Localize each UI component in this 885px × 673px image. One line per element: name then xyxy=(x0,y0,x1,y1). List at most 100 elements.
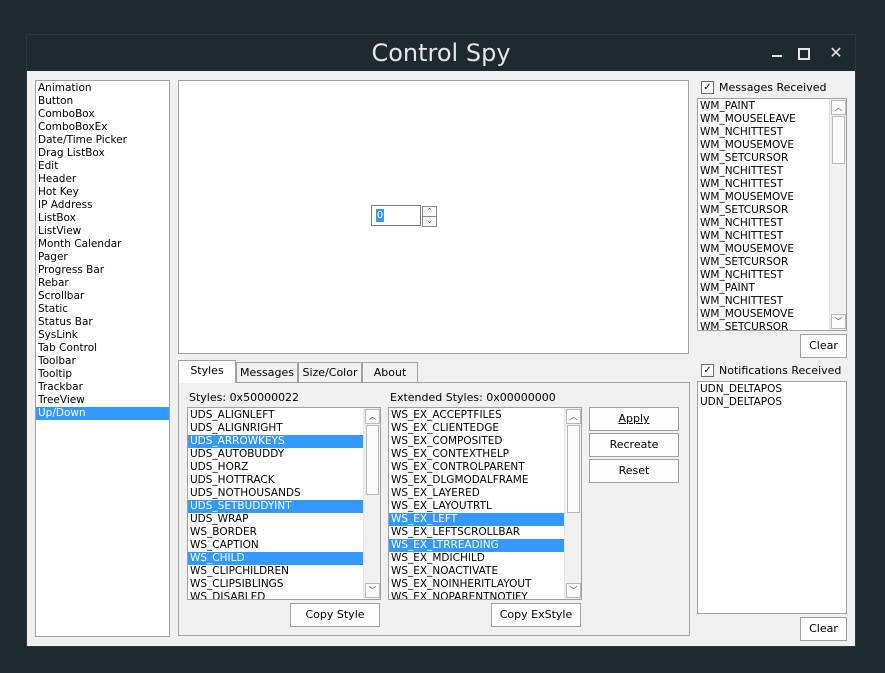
title-bar[interactable]: Control Spy ✕ xyxy=(27,35,855,71)
style-item[interactable]: UDS_ALIGNRIGHT xyxy=(188,422,363,435)
close-button[interactable]: ✕ xyxy=(823,41,849,65)
message-item[interactable]: WM_SETCURSOR xyxy=(698,204,829,217)
message-item[interactable]: WM_MOUSEMOVE xyxy=(698,191,829,204)
ex-style-item[interactable]: WS_EX_COMPOSITED xyxy=(389,435,564,448)
ex-style-item[interactable]: WS_EX_CONTEXTHELP xyxy=(389,448,564,461)
control-type-item[interactable]: ListBox xyxy=(36,212,169,225)
notifications-received-checkbox[interactable]: ✓ xyxy=(701,364,714,377)
control-type-item[interactable]: SysLink xyxy=(36,329,169,342)
updown-buddy-edit[interactable]: 0 xyxy=(371,205,421,226)
message-item[interactable]: WM_NCHITTEST xyxy=(698,165,829,178)
messages-received-checkbox[interactable]: ✓ xyxy=(701,81,714,94)
control-type-item[interactable]: Trackbar xyxy=(36,381,169,394)
control-type-list[interactable]: Animation Button ComboBox ComboBoxEx Date/Ti… xyxy=(35,80,170,637)
scroll-down-icon[interactable]: ﹀ xyxy=(566,583,581,598)
control-type-item[interactable]: ComboBoxEx xyxy=(36,121,169,134)
tab-styles[interactable]: Styles xyxy=(178,360,236,383)
message-item[interactable]: WM_NCHITTEST xyxy=(698,217,829,230)
control-type-item[interactable]: Month Calendar xyxy=(36,238,169,251)
style-item[interactable]: UDS_AUTOBUDDY xyxy=(188,448,363,461)
message-item[interactable]: WM_MOUSEMOVE xyxy=(698,139,829,152)
style-scrollbar[interactable]: ︿ ﹀ xyxy=(363,408,380,599)
scroll-down-icon[interactable]: ﹀ xyxy=(831,314,846,329)
minimize-button[interactable] xyxy=(764,41,790,65)
message-item[interactable]: WM_NCHITTEST xyxy=(698,269,829,282)
control-type-item[interactable]: TreeView xyxy=(36,394,169,407)
control-type-item[interactable]: Edit xyxy=(36,160,169,173)
copy-exstyle-button[interactable]: Copy ExStyle xyxy=(491,603,581,627)
ex-style-item[interactable]: WS_EX_CLIENTEDGE xyxy=(389,422,564,435)
control-type-item[interactable]: Header xyxy=(36,173,169,186)
message-item[interactable]: WM_PAINT xyxy=(698,100,829,113)
style-item[interactable]: UDS_ALIGNLEFT xyxy=(188,409,363,422)
clear-notifications-button[interactable]: Clear xyxy=(800,617,847,641)
style-item[interactable]: UDS_NOTHOUSANDS xyxy=(188,487,363,500)
reset-button[interactable]: Reset xyxy=(589,459,679,483)
extended-styles-listbox[interactable]: WS_EX_ACCEPTFILES WS_EX_CLIENTEDGE WS_EX_C… xyxy=(388,407,582,600)
style-item[interactable]: UDS_SETBUDDYINT xyxy=(188,500,363,513)
control-type-item[interactable]: ComboBox xyxy=(36,108,169,121)
message-item[interactable]: WM_MOUSEMOVE xyxy=(698,308,829,321)
message-item[interactable]: WM_SETCURSOR xyxy=(698,152,829,165)
ex-style-item[interactable]: WS_EX_NOPARENTNOTIFY xyxy=(389,591,564,599)
control-type-item[interactable]: Tooltip xyxy=(36,368,169,381)
control-type-item[interactable]: Pager xyxy=(36,251,169,264)
control-type-item[interactable]: Rebar xyxy=(36,277,169,290)
control-type-item[interactable]: Tab Control xyxy=(36,342,169,355)
style-item[interactable]: WS_CLIPSIBLINGS xyxy=(188,578,363,591)
control-type-item[interactable]: Scrollbar xyxy=(36,290,169,303)
message-item[interactable]: WM_SETCURSOR xyxy=(698,321,829,330)
scroll-up-icon[interactable]: ︿ xyxy=(365,409,380,424)
control-type-item[interactable]: Up/Down xyxy=(36,407,169,420)
maximize-button[interactable] xyxy=(790,41,816,65)
control-type-item[interactable]: Progress Bar xyxy=(36,264,169,277)
message-scroll-thumb[interactable] xyxy=(832,116,845,164)
updown-down-arrow[interactable]: ⌄ xyxy=(422,216,437,227)
control-type-item[interactable]: Hot Key xyxy=(36,186,169,199)
apply-button[interactable]: Apply xyxy=(589,407,679,431)
message-item[interactable]: WM_NCHITTEST xyxy=(698,126,829,139)
message-scrollbar[interactable]: ︿ ﹀ xyxy=(829,99,846,330)
control-type-item[interactable]: ListView xyxy=(36,225,169,238)
style-scroll-thumb[interactable] xyxy=(366,425,379,495)
control-type-item[interactable]: Status Bar xyxy=(36,316,169,329)
control-type-item[interactable]: IP Address xyxy=(36,199,169,212)
messages-listbox[interactable]: WM_PAINT WM_MOUSELEAVE WM_NCHITTEST WM_MOUS… xyxy=(697,98,847,331)
ex-style-item[interactable]: WS_EX_ACCEPTFILES xyxy=(389,409,564,422)
control-type-item[interactable]: Animation xyxy=(36,82,169,95)
message-item[interactable]: WM_MOUSEMOVE xyxy=(698,243,829,256)
scroll-down-icon[interactable]: ﹀ xyxy=(365,583,380,598)
message-item[interactable]: WM_MOUSELEAVE xyxy=(698,113,829,126)
style-item[interactable]: WS_CLIPCHILDREN xyxy=(188,565,363,578)
ex-style-item[interactable]: WS_EX_LAYERED xyxy=(389,487,564,500)
ex-style-scroll-thumb[interactable] xyxy=(567,425,580,513)
ex-style-item[interactable]: WS_EX_CONTROLPARENT xyxy=(389,461,564,474)
control-type-item[interactable]: Toolbar xyxy=(36,355,169,368)
message-item[interactable]: WM_SETCURSOR xyxy=(698,256,829,269)
notification-item[interactable]: UDN_DELTAPOS xyxy=(698,396,846,409)
message-item[interactable]: WM_PAINT xyxy=(698,282,829,295)
scroll-up-icon[interactable]: ︿ xyxy=(831,100,846,115)
control-type-item[interactable]: Date/Time Picker xyxy=(36,134,169,147)
tab-messages[interactable]: Messages xyxy=(236,362,298,382)
message-item[interactable]: WM_NCHITTEST xyxy=(698,178,829,191)
ex-style-item[interactable]: WS_EX_NOINHERITLAYOUT xyxy=(389,578,564,591)
ex-style-item[interactable]: WS_EX_LEFTSCROLLBAR xyxy=(389,526,564,539)
ex-style-item[interactable]: WS_EX_DLGMODALFRAME xyxy=(389,474,564,487)
message-item[interactable]: WM_NCHITTEST xyxy=(698,230,829,243)
ex-style-item[interactable]: WS_EX_MDICHILD xyxy=(389,552,564,565)
ex-style-item[interactable]: WS_EX_LEFT xyxy=(389,513,564,526)
clear-messages-button[interactable]: Clear xyxy=(800,334,847,358)
message-item[interactable]: WM_NCHITTEST xyxy=(698,295,829,308)
ex-style-item[interactable]: WS_EX_NOACTIVATE xyxy=(389,565,564,578)
scroll-up-icon[interactable]: ︿ xyxy=(566,409,581,424)
style-item[interactable]: UDS_ARROWKEYS xyxy=(188,435,363,448)
copy-style-button[interactable]: Copy Style xyxy=(290,603,380,627)
style-item[interactable]: WS_CAPTION xyxy=(188,539,363,552)
ex-style-item[interactable]: WS_EX_LTRREADING xyxy=(389,539,564,552)
style-item[interactable]: WS_BORDER xyxy=(188,526,363,539)
notification-item[interactable]: UDN_DELTAPOS xyxy=(698,383,846,396)
style-item[interactable]: UDS_HOTTRACK xyxy=(188,474,363,487)
ex-style-item[interactable]: WS_EX_LAYOUTRTL xyxy=(389,500,564,513)
control-type-item[interactable]: Button xyxy=(36,95,169,108)
